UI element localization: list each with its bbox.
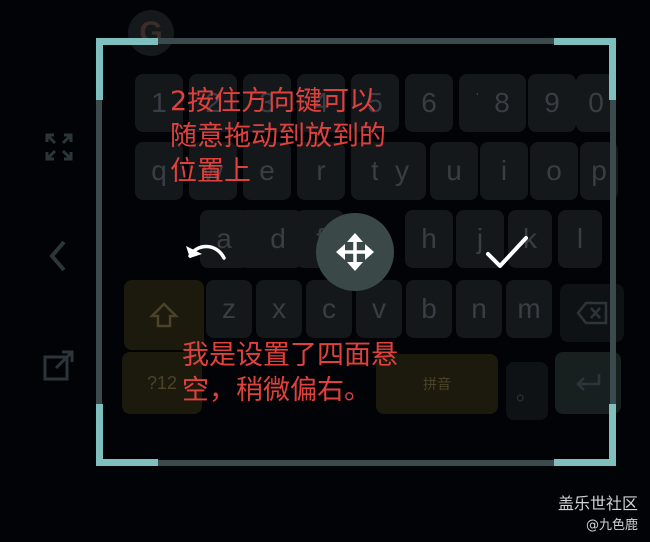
expand-icon xyxy=(45,133,73,161)
key: m xyxy=(506,280,552,338)
undo-arrow-icon[interactable] xyxy=(182,236,230,270)
key: 9 xyxy=(528,74,576,132)
corner-handle-top-left[interactable] xyxy=(96,38,103,100)
watermark-author: @九色鹿 xyxy=(585,518,638,533)
key: 7 xyxy=(459,74,507,132)
shift-icon xyxy=(149,302,179,328)
annotation-line: 2按住方向键可以 xyxy=(170,86,377,117)
key: u xyxy=(430,142,478,200)
annotation-line: 空，稍微偏右。 xyxy=(182,375,371,406)
corner-handle-top-right[interactable] xyxy=(609,38,616,100)
corner-handle-top-right[interactable] xyxy=(554,38,616,45)
frame-top-edge[interactable] xyxy=(96,38,616,44)
key: o xyxy=(530,142,578,200)
key: h xyxy=(405,210,453,268)
annotation-top: 2按住方向键可以 随意拖动到放到的 位置上 xyxy=(170,84,386,189)
key: l xyxy=(558,210,602,268)
key: 8 xyxy=(478,74,526,132)
key: x xyxy=(256,280,302,338)
backspace-icon xyxy=(576,301,608,325)
corner-handle-bottom-right[interactable] xyxy=(554,459,616,466)
google-logo-icon: G xyxy=(128,10,174,56)
key: b xyxy=(406,280,452,338)
frame-bottom-edge[interactable] xyxy=(96,460,616,466)
move-button[interactable] xyxy=(316,213,394,291)
four-way-move-icon xyxy=(336,233,374,271)
key: i xyxy=(480,142,528,200)
keyboard-resize-screen: G 1 2 3 4 5 6 7 8 9 0 q w e r t y u i o xyxy=(0,0,650,542)
annotation-line: 随意拖动到放到的 xyxy=(170,121,386,152)
corner-handle-bottom-left[interactable] xyxy=(96,404,103,466)
key: z xyxy=(206,280,252,338)
key: 6 xyxy=(405,74,453,132)
back-chevron-icon[interactable] xyxy=(46,238,70,274)
checkmark-icon[interactable] xyxy=(484,234,530,274)
corner-handle-bottom-left[interactable] xyxy=(96,459,158,466)
key: d xyxy=(254,210,302,268)
annotation-bottom: 我是设置了四面悬 空，稍微偏右。 xyxy=(182,338,398,408)
watermark-site: 盖乐世社区 xyxy=(557,494,638,513)
corner-handle-top-left[interactable] xyxy=(96,38,158,45)
key: g xyxy=(405,210,449,268)
key: n xyxy=(456,280,502,338)
key: s xyxy=(238,210,282,268)
enter-icon xyxy=(576,374,601,391)
period-key: 。 xyxy=(506,362,548,420)
frame-left-edge[interactable] xyxy=(96,38,102,466)
frame-right-edge[interactable] xyxy=(610,38,616,466)
corner-handle-bottom-right[interactable] xyxy=(609,404,616,466)
floating-keyboard-icon[interactable] xyxy=(42,348,76,382)
annotation-line: 位置上 xyxy=(170,156,251,187)
annotation-line: 我是设置了四面悬 xyxy=(182,340,398,371)
